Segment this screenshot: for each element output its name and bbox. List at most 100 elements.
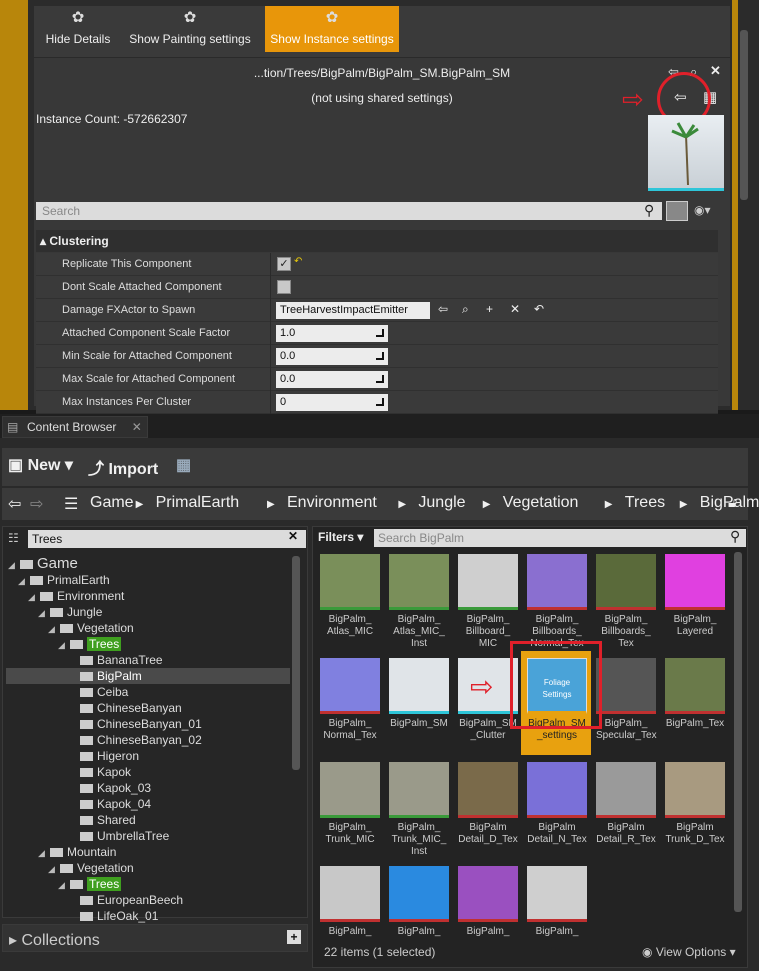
asset-tile[interactable]: BigPalm_ — [527, 866, 587, 938]
close-icon[interactable]: ✕ — [710, 63, 721, 79]
expand-arrow-icon[interactable]: ◢ — [58, 877, 68, 893]
numeric-field[interactable]: 0.0 — [276, 371, 388, 388]
view-options-button[interactable]: ◉ View Options ▾ — [642, 945, 736, 959]
clustering-category[interactable]: ▴ Clustering — [36, 230, 718, 252]
breadcrumb-item[interactable]: Trees — [625, 494, 665, 512]
breadcrumb-separator-icon[interactable]: ▶ — [267, 499, 275, 510]
folder-tree-item[interactable]: ◢ Jungle — [38, 604, 102, 620]
save-all-icon[interactable]: ▦ — [176, 455, 191, 475]
reset-icon[interactable]: ↶ — [534, 302, 544, 316]
folder-tree-item[interactable]: Kapok_04 — [68, 796, 151, 812]
folder-scrollbar[interactable] — [292, 556, 300, 770]
close-tab-icon[interactable]: ✕ — [132, 420, 142, 434]
folder-tree-item[interactable]: EuropeanBeech — [68, 892, 183, 908]
folder-tree-item[interactable]: ◢ Game — [8, 556, 78, 572]
breadcrumb-item[interactable]: PrimalEarth — [156, 494, 240, 512]
expand-arrow-icon[interactable]: ◢ — [38, 845, 48, 861]
eye-icon[interactable]: ◉▾ — [694, 203, 711, 217]
asset-tile[interactable]: BigPalm_ Layered — [665, 554, 725, 638]
folder-tree-item[interactable]: Shared — [68, 812, 136, 828]
numeric-field[interactable]: 0 — [276, 394, 388, 411]
expand-arrow-icon[interactable]: ◢ — [8, 557, 18, 573]
numeric-field[interactable]: 0.0 — [276, 348, 388, 365]
expand-arrow-icon[interactable]: ◢ — [38, 605, 48, 621]
asset-tile[interactable]: BigPalm_ Billboard_ MIC — [458, 554, 518, 650]
breadcrumb-item[interactable]: Environment — [287, 494, 377, 512]
hide-details-button[interactable]: ✿ Hide Details — [40, 6, 116, 52]
clear-search-icon[interactable]: ✕ — [288, 529, 298, 543]
expand-arrow-icon[interactable]: ◢ — [28, 589, 38, 605]
folder-tree-item[interactable]: ◢ Vegetation — [48, 860, 134, 876]
folder-tree-item[interactable]: BananaTree — [68, 652, 163, 668]
tab-content-browser[interactable]: Content Browser ✕ — [2, 416, 148, 438]
new-button[interactable]: ▣ New ▾ — [8, 455, 73, 475]
asset-tile[interactable]: BigPalm_ Trunk_MIC_ Inst — [389, 762, 449, 858]
sources-view-icon[interactable]: ☷ — [8, 531, 19, 545]
folder-tree-item[interactable]: BigPalm — [68, 668, 142, 684]
use-selected-icon[interactable]: ⇦ — [438, 302, 448, 316]
import-button[interactable]: ⤴ Import — [88, 455, 158, 479]
checkbox[interactable] — [277, 280, 291, 294]
breadcrumb-separator-icon[interactable]: ▶ — [680, 499, 688, 510]
folder-tree-item[interactable]: Kapok_03 — [68, 780, 151, 796]
folder-tree-item[interactable]: ◢ Trees — [58, 636, 122, 653]
asset-tile[interactable]: BigPalm_ — [389, 866, 449, 938]
fx-actor-dropdown[interactable]: TreeHarvestImpactEmitter — [276, 302, 430, 319]
clear-icon[interactable]: ✕ — [510, 302, 520, 316]
asset-tile[interactable]: BigPalm_Tex — [665, 658, 725, 730]
folder-tree-item[interactable]: ◢ Environment — [28, 588, 124, 604]
browse-icon[interactable]: ⌕ — [462, 302, 469, 317]
property-matrix-button[interactable] — [666, 201, 688, 221]
asset-tile[interactable]: BigPalm_ Specular_Tex — [596, 658, 657, 742]
show-instance-settings-button[interactable]: ✿ Show Instance settings — [265, 6, 399, 52]
asset-tile[interactable]: BigPalm Detail_R_Tex — [596, 762, 656, 846]
folder-tree-item[interactable]: UmbrellaTree — [68, 828, 169, 844]
path-menu-icon[interactable]: ☰ — [64, 494, 78, 514]
asset-tile[interactable]: BigPalm Detail_D_Tex — [458, 762, 518, 846]
back-icon[interactable]: ⇦ — [8, 494, 21, 514]
details-scroll-thumb[interactable] — [740, 30, 748, 200]
folder-tree-item[interactable]: ChineseBanyan_01 — [68, 716, 202, 732]
collections-header[interactable]: ▸ Collections + — [2, 924, 308, 952]
checkbox[interactable]: ✓ — [277, 257, 291, 271]
breadcrumb-item[interactable]: Game — [90, 494, 134, 512]
folder-tree-item[interactable]: LifeOak_01 — [68, 908, 158, 924]
folder-tree-item[interactable]: Kapok — [68, 764, 131, 780]
show-painting-settings-button[interactable]: ✿ Show Painting settings — [122, 6, 258, 52]
reset-icon[interactable]: ↶ — [294, 256, 302, 267]
forward-icon[interactable]: ⇨ — [30, 494, 43, 514]
breadcrumb-separator-icon[interactable]: ▶ — [605, 499, 613, 510]
lock-icon[interactable]: 🔓︎ — [728, 494, 737, 511]
asset-tile[interactable]: BigPalm_ Billboards_ Tex — [596, 554, 656, 650]
expand-arrow-icon[interactable]: ◢ — [48, 621, 58, 637]
details-search-input[interactable]: Search — [36, 202, 662, 220]
asset-tile[interactable]: BigPalm Detail_N_Tex — [527, 762, 587, 846]
asset-tile[interactable]: BigPalm_ Billboards_ Normal_Tex — [527, 554, 587, 650]
breadcrumb-item[interactable]: Jungle — [418, 494, 465, 512]
asset-tile[interactable]: BigPalm_ Atlas_MIC — [320, 554, 380, 638]
asset-tile[interactable]: BigPalm_ — [458, 866, 518, 938]
breadcrumb-separator-icon[interactable]: ▶ — [398, 499, 406, 510]
asset-tile[interactable]: BigPalm_ Atlas_MIC_ Inst — [389, 554, 449, 650]
asset-tile[interactable]: BigPalm_SM — [389, 658, 449, 730]
asset-tile[interactable]: BigPalm Trunk_D_Tex — [665, 762, 725, 846]
expand-arrow-icon[interactable]: ◢ — [48, 861, 58, 877]
folder-tree-item[interactable]: ◢ Trees — [58, 876, 122, 893]
breadcrumb-separator-icon[interactable]: ▶ — [136, 499, 144, 510]
asset-tile[interactable]: BigPalm_ — [320, 866, 380, 938]
folder-tree-item[interactable]: ◢ Vegetation — [48, 620, 134, 636]
numeric-field[interactable]: 1.0 — [276, 325, 388, 342]
expand-arrow-icon[interactable]: ◢ — [58, 637, 68, 653]
folder-tree-item[interactable]: ◢ Mountain — [38, 844, 116, 860]
folder-tree-item[interactable]: ◢ PrimalEarth — [18, 572, 110, 588]
folder-tree-item[interactable]: ChineseBanyan — [68, 700, 182, 716]
folder-tree-item[interactable]: Ceiba — [68, 684, 128, 700]
asset-search-input[interactable]: Search BigPalm — [374, 529, 746, 547]
asset-scrollbar[interactable] — [734, 552, 742, 912]
asset-tile[interactable]: BigPalm_ Normal_Tex — [320, 658, 380, 742]
breadcrumb-item[interactable]: Vegetation — [503, 494, 579, 512]
add-icon[interactable]: + — [486, 302, 493, 316]
folder-tree-item[interactable]: ChineseBanyan_02 — [68, 732, 202, 748]
folder-tree-item[interactable]: Higeron — [68, 748, 139, 764]
expand-arrow-icon[interactable]: ◢ — [18, 573, 28, 589]
